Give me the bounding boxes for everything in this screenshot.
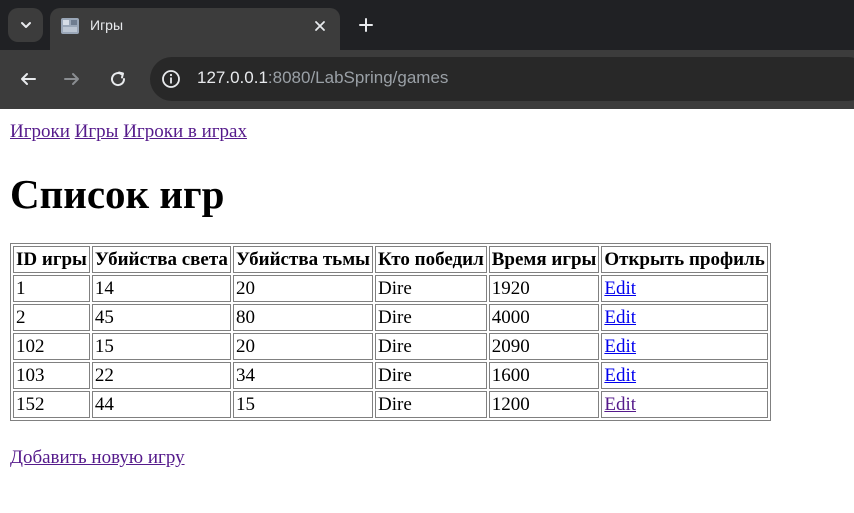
cell-dark-kills: 15: [232, 391, 373, 418]
cell-game-time: 1200: [488, 391, 600, 418]
table-row: 2 45 80 Dire 4000 Edit: [13, 304, 768, 331]
cell-game-id: 152: [13, 391, 90, 418]
nav-link-players-in-games[interactable]: Игроки в играх: [123, 121, 247, 142]
cell-edit: Edit: [601, 304, 768, 331]
cell-dark-kills: 34: [232, 362, 373, 389]
page-content: Игроки Игры Игроки в играх Список игр ID…: [0, 109, 854, 469]
active-tab[interactable]: Игры: [50, 8, 340, 50]
cell-game-time: 1600: [488, 362, 600, 389]
chevron-down-icon: [20, 22, 31, 28]
edit-link[interactable]: Edit: [604, 336, 636, 357]
cell-light-kills: 22: [91, 362, 231, 389]
nav-link-games[interactable]: Игры: [75, 121, 119, 142]
cell-game-time: 1920: [488, 275, 600, 302]
cell-dark-kills: 20: [232, 333, 373, 360]
header-open-profile: Открыть профиль: [601, 246, 768, 273]
edit-link[interactable]: Edit: [604, 365, 636, 386]
cell-light-kills: 44: [91, 391, 231, 418]
add-game-link[interactable]: Добавить новую игру: [10, 447, 185, 468]
header-game-time: Время игры: [488, 246, 600, 273]
url-host: 127.0.0.1: [197, 68, 268, 87]
site-info-icon[interactable]: [161, 69, 181, 89]
new-tab-button[interactable]: [354, 13, 378, 37]
table-row: 102 15 20 Dire 2090 Edit: [13, 333, 768, 360]
browser-toolbar: 127.0.0.1:8080/LabSpring/games: [0, 50, 854, 109]
game-favicon-icon: [61, 18, 79, 34]
cell-dark-kills: 80: [232, 304, 373, 331]
cell-game-time: 4000: [488, 304, 600, 331]
cell-light-kills: 15: [91, 333, 231, 360]
cell-edit: Edit: [601, 391, 768, 418]
forward-button[interactable]: [60, 67, 84, 91]
table-row: 103 22 34 Dire 1600 Edit: [13, 362, 768, 389]
back-button[interactable]: [16, 67, 40, 91]
url-text[interactable]: 127.0.0.1:8080/LabSpring/games: [197, 68, 448, 88]
page-title: Список игр: [10, 171, 225, 217]
cell-game-time: 2090: [488, 333, 600, 360]
cell-game-id: 1: [13, 275, 90, 302]
browser-tabstrip: Игры: [0, 0, 854, 50]
edit-link[interactable]: Edit: [604, 394, 636, 415]
header-game-id: ID игры: [13, 246, 90, 273]
cell-winner: Dire: [375, 391, 487, 418]
reload-button[interactable]: [106, 67, 130, 91]
tab-search-button[interactable]: [8, 8, 43, 42]
games-table: ID игры Убийства света Убийства тьмы Кто…: [10, 243, 771, 421]
table-header-row: ID игры Убийства света Убийства тьмы Кто…: [13, 246, 768, 273]
reload-icon: [111, 71, 126, 87]
plus-icon: [359, 18, 373, 32]
cell-game-id: 102: [13, 333, 90, 360]
table-row: 152 44 15 Dire 1200 Edit: [13, 391, 768, 418]
header-winner: Кто победил: [375, 246, 487, 273]
cell-edit: Edit: [601, 333, 768, 360]
address-bar[interactable]: 127.0.0.1:8080/LabSpring/games: [150, 57, 854, 101]
cell-dark-kills: 20: [232, 275, 373, 302]
top-navigation: Игроки Игры Игроки в играх: [10, 121, 844, 143]
cell-winner: Dire: [375, 333, 487, 360]
edit-link[interactable]: Edit: [604, 307, 636, 328]
cell-winner: Dire: [375, 362, 487, 389]
arrow-right-icon: [64, 73, 79, 85]
tab-close-button[interactable]: [310, 16, 330, 36]
table-row: 1 14 20 Dire 1920 Edit: [13, 275, 768, 302]
cell-edit: Edit: [601, 362, 768, 389]
cell-winner: Dire: [375, 304, 487, 331]
edit-link[interactable]: Edit: [604, 278, 636, 299]
nav-link-players[interactable]: Игроки: [10, 121, 70, 142]
header-light-kills: Убийства света: [91, 246, 231, 273]
close-icon: [315, 21, 325, 31]
add-game-container: Добавить новую игру: [10, 447, 844, 469]
cell-game-id: 2: [13, 304, 90, 331]
cell-light-kills: 14: [91, 275, 231, 302]
tab-title: Игры: [90, 17, 124, 33]
cell-light-kills: 45: [91, 304, 231, 331]
cell-edit: Edit: [601, 275, 768, 302]
url-path: :8080/LabSpring/games: [267, 68, 449, 87]
cell-game-id: 103: [13, 362, 90, 389]
arrow-left-icon: [21, 73, 36, 85]
cell-winner: Dire: [375, 275, 487, 302]
header-dark-kills: Убийства тьмы: [232, 246, 373, 273]
